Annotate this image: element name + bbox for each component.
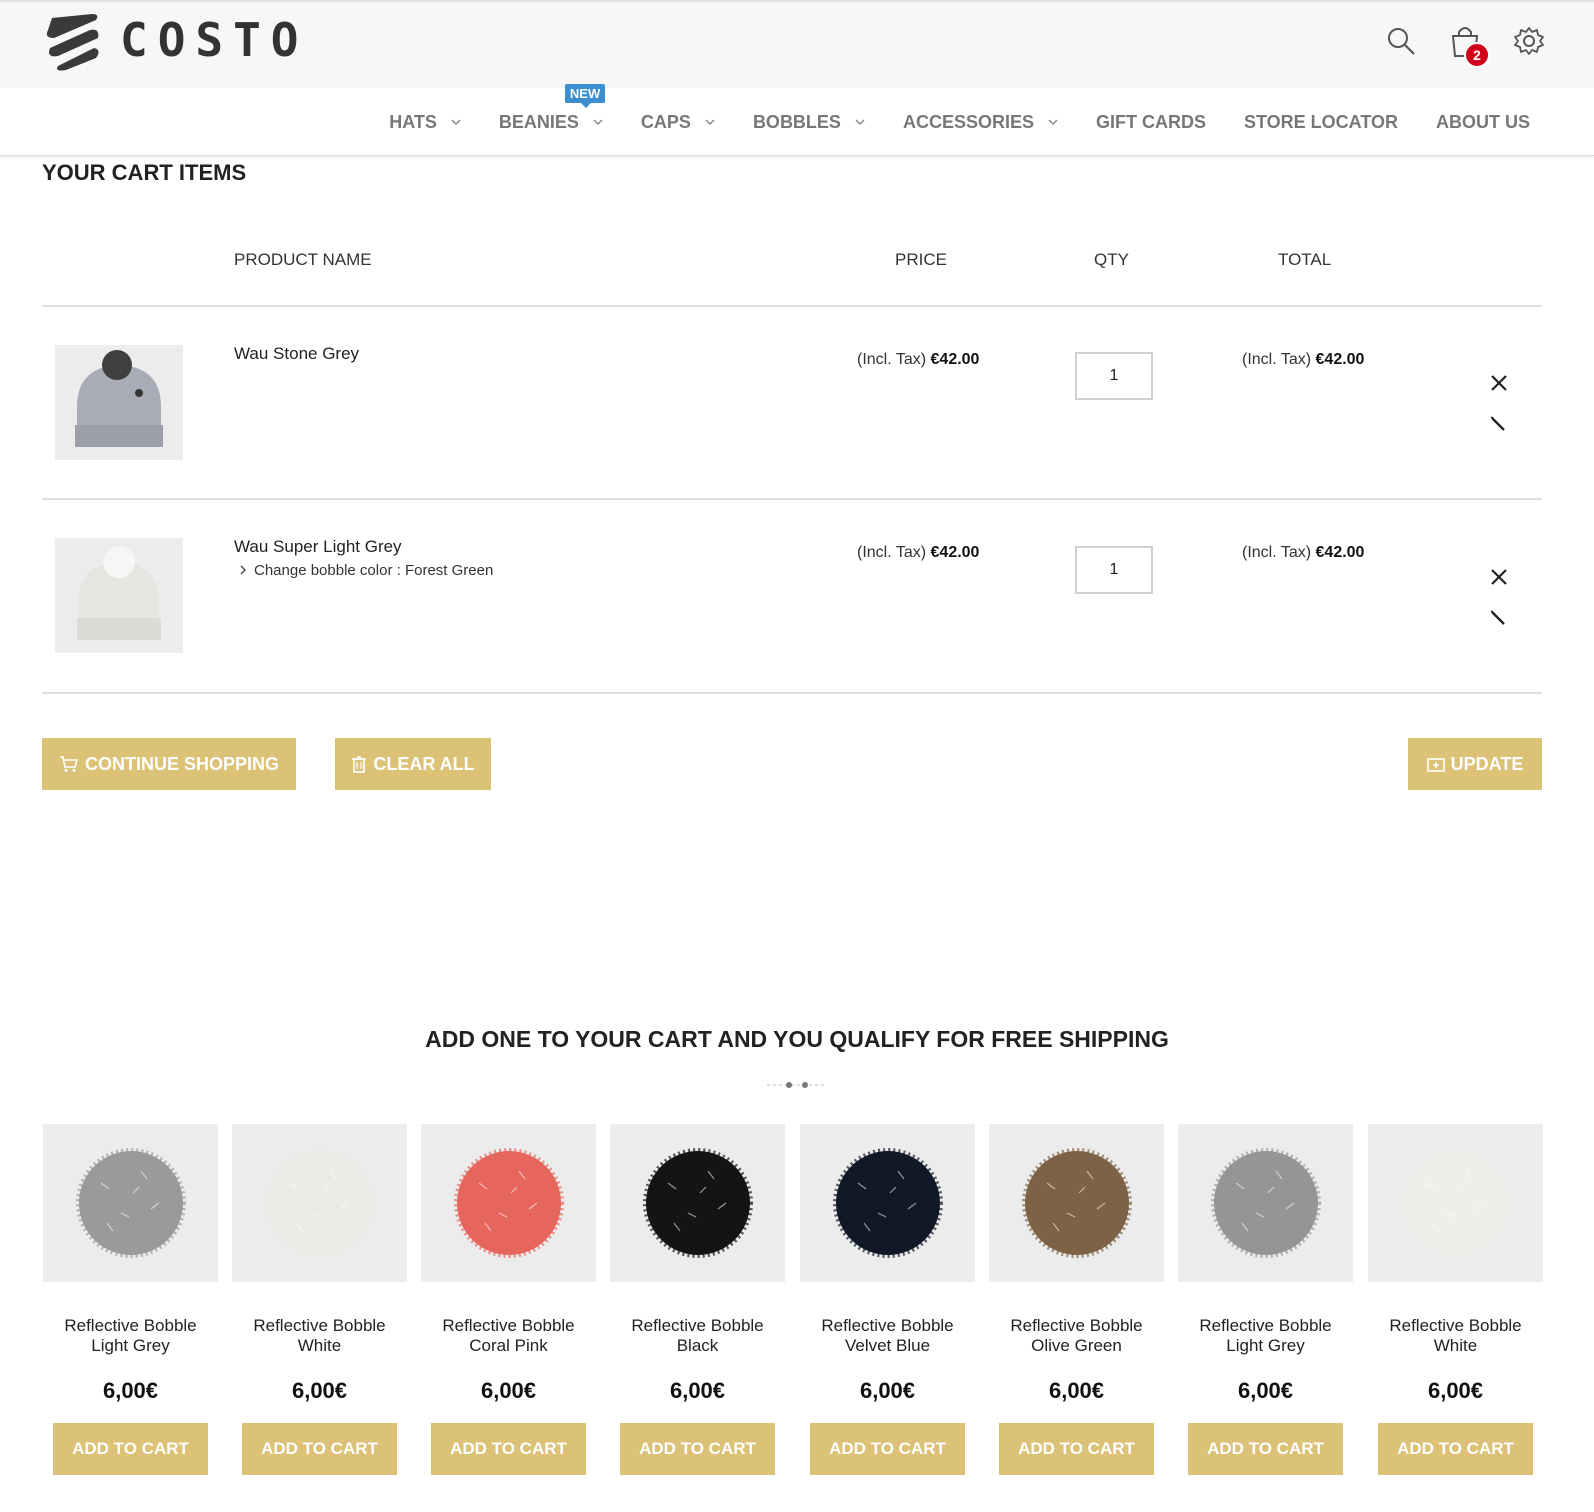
cart-item-image[interactable] xyxy=(55,345,183,460)
product-name[interactable]: Reflective Bobble Light Grey xyxy=(43,1316,218,1356)
logo-mark-icon xyxy=(46,14,99,71)
chevron-down-icon xyxy=(705,119,715,126)
divider xyxy=(42,498,1542,500)
gear-icon[interactable] xyxy=(1512,24,1546,58)
nav-accessories[interactable]: ACCESSORIES xyxy=(903,112,1058,133)
product-price: 6,00€ xyxy=(669,1378,726,1403)
nav-caps[interactable]: CAPS xyxy=(641,112,715,133)
product-name[interactable]: Reflective Bobble Black xyxy=(610,1316,785,1356)
nav-about-us[interactable]: ABOUT US xyxy=(1436,112,1530,133)
add-to-cart-button[interactable]: ADD TO CART xyxy=(620,1423,775,1475)
product-image[interactable] xyxy=(1368,1124,1543,1282)
cart-item-price: (Incl. Tax) €42.00 xyxy=(857,351,980,368)
nav-store-locator[interactable]: STORE LOCATOR xyxy=(1244,112,1398,133)
product-image[interactable] xyxy=(43,1124,218,1282)
product-name[interactable]: Reflective Bobble Coral Pink xyxy=(421,1316,596,1356)
chevron-down-icon xyxy=(855,119,865,126)
continue-shopping-button[interactable]: CONTINUE SHOPPING xyxy=(42,738,296,790)
product-image[interactable] xyxy=(800,1124,975,1282)
product-card: Reflective Bobble White 6,00€ ADD TO CART xyxy=(232,1124,407,1475)
divider xyxy=(42,692,1542,694)
product-image[interactable] xyxy=(1178,1124,1353,1282)
cart-icon xyxy=(59,756,79,772)
product-price: 6,00€ xyxy=(480,1378,537,1403)
qty-input[interactable]: 1 xyxy=(1075,546,1153,594)
new-badge: NEW xyxy=(564,83,606,108)
qty-input[interactable]: 1 xyxy=(1075,352,1153,400)
clear-all-button[interactable]: CLEAR ALL xyxy=(335,738,491,790)
add-to-cart-button[interactable]: ADD TO CART xyxy=(1378,1423,1533,1475)
separator-dots-icon xyxy=(767,1082,827,1088)
cart-item-price: (Incl. Tax) €42.00 xyxy=(857,544,980,561)
product-name[interactable]: Reflective Bobble Velvet Blue xyxy=(800,1316,975,1356)
product-card: Reflective Bobble Olive Green 6,00€ ADD TO … xyxy=(989,1124,1164,1475)
product-price: 6,00€ xyxy=(102,1378,159,1403)
product-price: 6,00€ xyxy=(1237,1378,1294,1403)
chevron-down-icon xyxy=(593,119,603,126)
product-image[interactable] xyxy=(610,1124,785,1282)
product-price: 6,00€ xyxy=(291,1378,348,1403)
nav-hats[interactable]: HATS xyxy=(389,112,461,133)
product-name[interactable]: Reflective Bobble Olive Green xyxy=(989,1316,1164,1356)
free-shipping-title: ADD ONE TO YOUR CART AND YOU QUALIFY FOR… xyxy=(425,1026,1169,1052)
column-product-name: PRODUCT NAME xyxy=(234,250,372,269)
nav-bobbles[interactable]: BOBBLES xyxy=(753,112,865,133)
chevron-right-icon xyxy=(240,565,246,575)
cart-item-image[interactable] xyxy=(55,538,183,653)
nav-beanies[interactable]: NEW BEANIES xyxy=(499,83,606,133)
update-button[interactable]: UPDATE xyxy=(1408,738,1542,790)
product-image[interactable] xyxy=(989,1124,1164,1282)
cart-title: YOUR CART ITEMS xyxy=(42,160,247,185)
column-total: TOTAL xyxy=(1278,250,1332,269)
chevron-down-icon xyxy=(451,119,461,126)
cart-item-total: (Incl. Tax) €42.00 xyxy=(1242,544,1365,561)
product-card: Reflective Bobble Light Grey 6,00€ ADD TO C… xyxy=(43,1124,218,1475)
product-card: Reflective Bobble Black 6,00€ ADD TO CART xyxy=(610,1124,785,1475)
add-to-cart-button[interactable]: ADD TO CART xyxy=(431,1423,586,1475)
product-name[interactable]: Reflective Bobble Light Grey xyxy=(1178,1316,1353,1356)
product-card: Reflective Bobble White 6,00€ ADD TO CART xyxy=(1368,1124,1543,1475)
top-header: COSTO 2 xyxy=(0,0,1594,88)
edit-item-icon[interactable] xyxy=(1488,608,1510,630)
main-nav: HATS NEW BEANIES CAPS BOBBLES ACCESSORIES… xyxy=(0,83,1594,156)
add-to-cart-button[interactable]: ADD TO CART xyxy=(1188,1423,1343,1475)
edit-item-icon[interactable] xyxy=(1488,414,1510,436)
product-price: 6,00€ xyxy=(1048,1378,1105,1403)
add-to-cart-button[interactable]: ADD TO CART xyxy=(810,1423,965,1475)
add-to-cart-button[interactable]: ADD TO CART xyxy=(999,1423,1154,1475)
add-to-cart-button[interactable]: ADD TO CART xyxy=(242,1423,397,1475)
cart-count-badge: 2 xyxy=(1464,42,1490,68)
product-price: 6,00€ xyxy=(1427,1378,1484,1403)
update-icon xyxy=(1426,758,1445,772)
product-image[interactable] xyxy=(232,1124,407,1282)
cart-item-option: Change bobble color : Forest Green xyxy=(238,562,493,579)
product-card: Reflective Bobble Light Grey 6,00€ ADD TO C… xyxy=(1178,1124,1353,1475)
product-name[interactable]: Reflective Bobble White xyxy=(1368,1316,1543,1356)
cart-item-total: (Incl. Tax) €42.00 xyxy=(1242,351,1365,368)
brand-name: COSTO xyxy=(120,13,309,67)
cart-item-name[interactable]: Wau Super Light Grey xyxy=(234,537,402,557)
remove-item-icon[interactable] xyxy=(1488,566,1510,588)
column-price: PRICE xyxy=(895,250,947,269)
product-card: Reflective Bobble Coral Pink 6,00€ ADD TO C… xyxy=(421,1124,596,1475)
nav-gift-cards[interactable]: GIFT CARDS xyxy=(1096,112,1206,133)
product-card: Reflective Bobble Velvet Blue 6,00€ ADD TO … xyxy=(800,1124,975,1475)
search-icon[interactable] xyxy=(1384,24,1418,58)
product-image[interactable] xyxy=(421,1124,596,1282)
product-name[interactable]: Reflective Bobble White xyxy=(232,1316,407,1356)
add-to-cart-button[interactable]: ADD TO CART xyxy=(53,1423,208,1475)
remove-item-icon[interactable] xyxy=(1488,372,1510,394)
divider xyxy=(42,305,1542,307)
cart-icon[interactable]: 2 xyxy=(1448,24,1490,68)
product-price: 6,00€ xyxy=(859,1378,916,1403)
column-qty: QTY xyxy=(1094,250,1129,269)
trash-icon xyxy=(352,756,367,773)
cart-item-name[interactable]: Wau Stone Grey xyxy=(234,344,359,364)
logo[interactable]: COSTO xyxy=(40,8,308,72)
chevron-down-icon xyxy=(1048,119,1058,126)
